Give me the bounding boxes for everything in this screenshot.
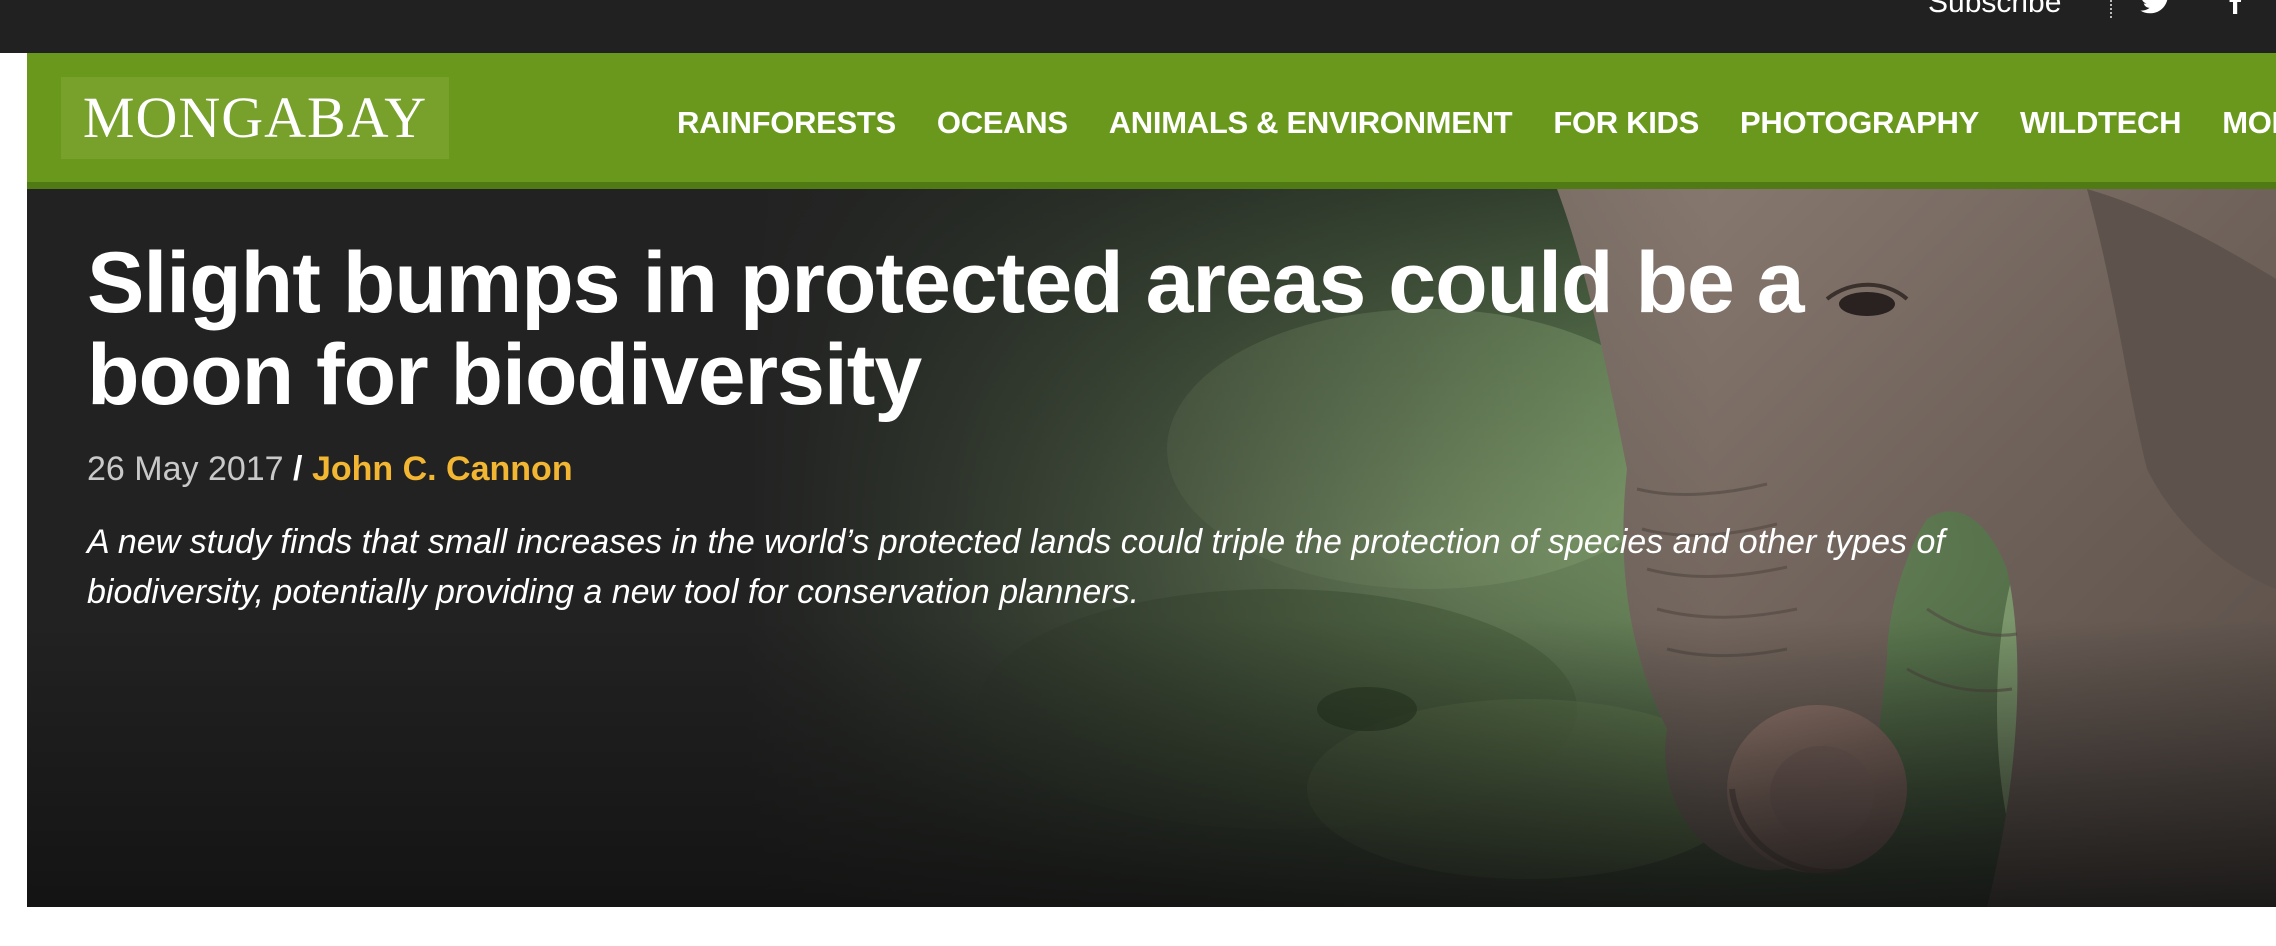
site-logo[interactable]: MONGABAY — [61, 77, 449, 159]
article-header: Slight bumps in protected areas could be… — [87, 237, 1987, 617]
nav-menu: RAINFORESTS OCEANS ANIMALS & ENVIRONMENT… — [677, 105, 2276, 141]
nav-item-photography[interactable]: PHOTOGRAPHY — [1740, 105, 1979, 141]
main-navbar: MONGABAY RAINFORESTS OCEANS ANIMALS & EN… — [27, 53, 2276, 189]
facebook-icon[interactable] — [2220, 0, 2252, 14]
nav-item-animals-environment[interactable]: ANIMALS & ENVIRONMENT — [1109, 105, 1513, 141]
topbar-divider — [2110, 0, 2112, 18]
nav-item-rainforests[interactable]: RAINFORESTS — [677, 105, 896, 141]
nav-item-for-kids[interactable]: FOR KIDS — [1553, 105, 1699, 141]
article-hero: Slight bumps in protected areas could be… — [27, 189, 2276, 907]
article-date: 26 May 2017 — [87, 450, 284, 488]
article-summary: A new study finds that small increases i… — [87, 523, 1945, 611]
subscribe-link[interactable]: Subscribe — [1928, 0, 2061, 21]
logo-text: MONGABAY — [82, 85, 428, 150]
nav-item-more[interactable]: MORE — [2222, 105, 2276, 141]
nav-item-wildtech[interactable]: WILDTECH — [2020, 105, 2181, 141]
left-gutter — [0, 53, 27, 946]
byline-separator: / — [293, 450, 303, 488]
nav-item-oceans[interactable]: OCEANS — [937, 105, 1068, 141]
page-content-area — [0, 907, 2276, 946]
top-utility-bar: Subscribe — [0, 0, 2276, 53]
twitter-icon[interactable] — [2140, 0, 2172, 14]
author-link[interactable]: John C. Cannon — [312, 450, 573, 488]
article-title: Slight bumps in protected areas could be… — [87, 235, 1805, 423]
page: Subscribe MONGABAY RAINFORESTS OCEANS AN… — [0, 0, 2276, 946]
article-byline: 26 May 2017 / John C. Cannon — [87, 449, 1987, 489]
